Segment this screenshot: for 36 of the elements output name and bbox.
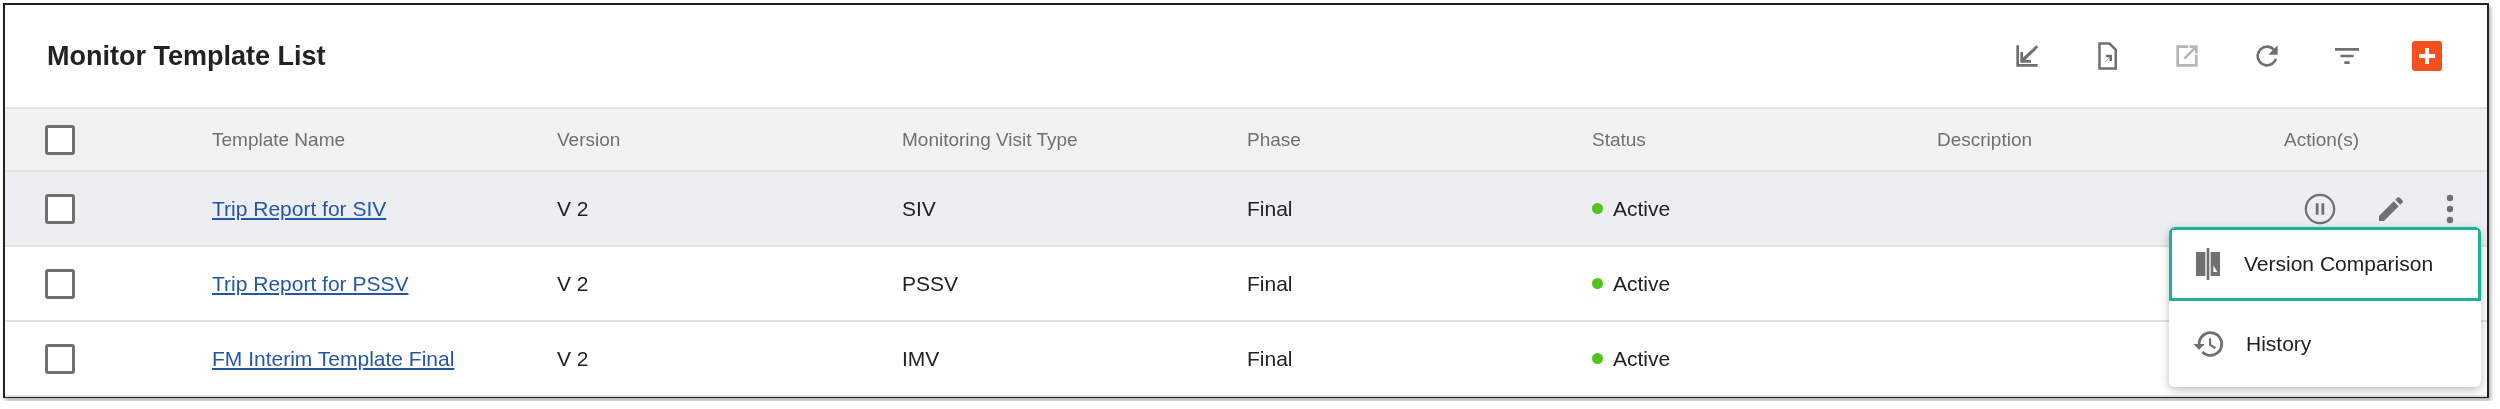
column-header: Template Name (212, 128, 347, 151)
column-header: Action(s) (2284, 128, 2360, 151)
table-cell-text: IMV (902, 346, 941, 371)
status-dot (1592, 278, 1603, 289)
row-checkbox[interactable] (45, 193, 75, 224)
table-cell-text: Final (1247, 271, 1294, 296)
status-text: Active (1613, 271, 1671, 296)
menu-item[interactable]: Version Comparison (2169, 227, 2481, 301)
menu-item[interactable]: History (2169, 307, 2481, 381)
pause-button[interactable] (2303, 191, 2337, 226)
column-header: Status (1592, 128, 1647, 151)
table-cell-text: V 2 (557, 271, 590, 296)
status-text: Active (1613, 196, 1671, 221)
template-link[interactable]: Trip Report for SIV (212, 196, 387, 220)
table-cell-text: V 2 (557, 196, 590, 221)
page-title: Monitor Template List (47, 40, 326, 72)
status-text: Active (1613, 346, 1671, 371)
column-header: Monitoring Visit Type (902, 128, 1079, 151)
more-button[interactable] (2445, 193, 2455, 224)
table-cell-text: SIV (902, 196, 937, 221)
select-all-checkbox[interactable] (45, 124, 75, 155)
row-checkbox[interactable] (45, 268, 75, 299)
table-cell-text: V 2 (557, 346, 590, 371)
column-header: Phase (1247, 128, 1302, 151)
column-header: Version (557, 128, 622, 151)
column-header: Description (1937, 128, 2034, 151)
plus-icon (2417, 46, 2437, 66)
table-cell-text: PSSV (902, 271, 960, 296)
table-cell-text: Final (1247, 346, 1294, 371)
status-dot (1592, 353, 1603, 364)
template-link[interactable]: FM Interim Template Final (212, 346, 455, 370)
add-button[interactable] (2412, 41, 2442, 71)
status-dot (1592, 203, 1603, 214)
table-cell-text: Final (1247, 196, 1294, 221)
row-checkbox[interactable] (45, 343, 75, 374)
template-link[interactable]: Trip Report for PSSV (212, 271, 409, 295)
